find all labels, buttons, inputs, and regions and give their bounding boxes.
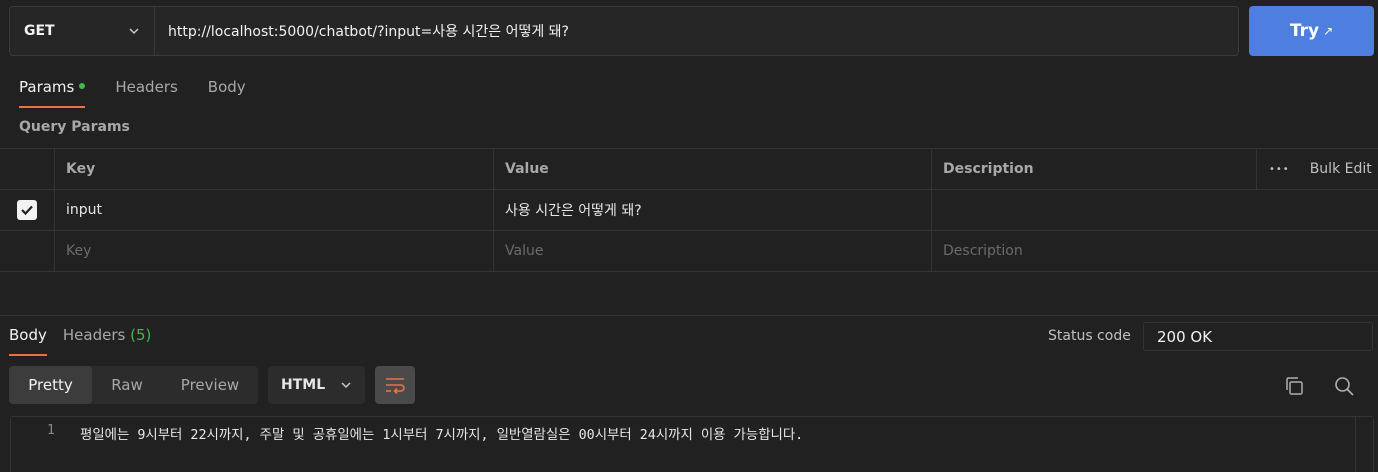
- view-mode-group: Pretty Raw Preview: [9, 366, 258, 404]
- tab-headers[interactable]: Headers: [115, 78, 177, 108]
- params-active-dot: [79, 82, 86, 89]
- header-value: Value: [494, 149, 932, 189]
- chevron-down-icon: [341, 382, 351, 389]
- response-tabs: Body Headers (5): [9, 326, 151, 356]
- format-label: HTML: [281, 377, 326, 393]
- row-checkbox[interactable]: [17, 200, 37, 220]
- wrap-lines-icon: [386, 378, 405, 395]
- panel-divider[interactable]: [0, 315, 1378, 316]
- try-label: Try: [1289, 21, 1320, 41]
- editor-scrollbar[interactable]: [1355, 417, 1373, 472]
- table-header-row: Key Value Description ••• Bulk Edit: [0, 149, 1378, 190]
- status-code-label: Status code: [1048, 328, 1131, 344]
- param-value-input[interactable]: 사용 시간은 어떻게 돼?: [494, 190, 932, 230]
- search-icon[interactable]: [1333, 375, 1355, 397]
- param-description-input[interactable]: [932, 190, 1378, 230]
- tab-response-body[interactable]: Body: [9, 326, 47, 356]
- method-label: GET: [24, 23, 55, 39]
- row-check-cell: [0, 190, 55, 230]
- response-body-text: 평일에는 9시부터 22시까지, 주말 및 공휴일에는 1시부터 7시까지, 일…: [80, 428, 804, 443]
- url-input[interactable]: http://localhost:5000/chatbot/?input=사용 …: [155, 7, 1238, 55]
- table-row-empty: Key Value Description: [0, 231, 1378, 272]
- request-bar: GET http://localhost:5000/chatbot/?input…: [9, 6, 1239, 56]
- request-tabs: Params Headers Body: [19, 78, 246, 108]
- format-select[interactable]: HTML: [268, 366, 365, 404]
- new-key-input[interactable]: Key: [55, 231, 494, 271]
- chevron-down-icon: [126, 23, 142, 39]
- header-actions: ••• Bulk Edit: [1256, 149, 1378, 189]
- new-value-input[interactable]: Value: [494, 231, 932, 271]
- param-key-input[interactable]: input: [55, 190, 494, 230]
- method-select[interactable]: GET: [10, 7, 155, 55]
- new-description-input[interactable]: Description: [932, 231, 1378, 271]
- external-arrow-icon: ↗: [1323, 24, 1334, 38]
- table-row: input 사용 시간은 어떻게 돼?: [0, 190, 1378, 231]
- params-table: Key Value Description ••• Bulk Edit inpu…: [0, 148, 1378, 272]
- view-pretty-button[interactable]: Pretty: [9, 366, 92, 404]
- query-params-title: Query Params: [19, 119, 130, 135]
- header-check-cell: [0, 149, 55, 189]
- line-number: 1: [47, 423, 55, 438]
- header-description: Description: [943, 161, 1034, 177]
- empty-check-cell: [0, 231, 55, 271]
- header-key: Key: [55, 149, 494, 189]
- copy-icon[interactable]: [1283, 375, 1305, 397]
- view-raw-button[interactable]: Raw: [92, 366, 162, 404]
- wrap-lines-button[interactable]: [375, 366, 415, 404]
- tab-body[interactable]: Body: [208, 78, 246, 108]
- tab-params-label: Params: [19, 78, 75, 96]
- view-preview-button[interactable]: Preview: [162, 366, 258, 404]
- response-headers-count: (5): [130, 326, 152, 344]
- checkmark-icon: [21, 205, 33, 216]
- tab-params[interactable]: Params: [19, 78, 86, 108]
- status-code-value: 200 OK: [1143, 322, 1373, 351]
- more-options-icon[interactable]: •••: [1269, 164, 1290, 175]
- response-body-editor[interactable]: 1 평일에는 9시부터 22시까지, 주말 및 공휴일에는 1시부터 7시까지,…: [10, 416, 1374, 472]
- bulk-edit-button[interactable]: Bulk Edit: [1310, 161, 1372, 177]
- tab-response-headers[interactable]: Headers (5): [63, 326, 151, 356]
- response-headers-label: Headers: [62, 326, 126, 344]
- try-button[interactable]: Try ↗: [1249, 6, 1374, 56]
